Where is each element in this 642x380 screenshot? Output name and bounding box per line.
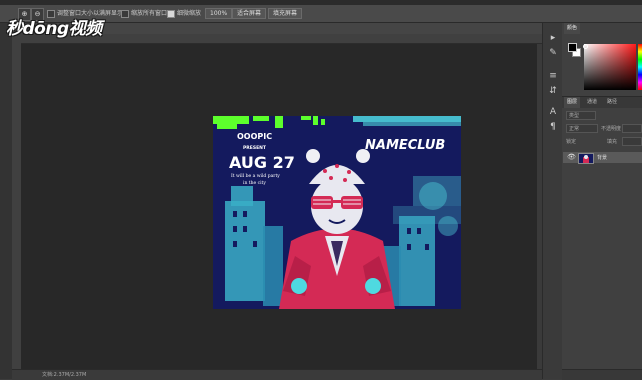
zoom-all-windows-option[interactable]: 缩放所有窗口 (121, 9, 167, 18)
poster-party-line-2: in the city (243, 180, 266, 186)
lock-label: 锁定 (566, 139, 577, 145)
panel-icon-strip: ▸ ✎ ≡ ⇵ A ¶ (542, 23, 564, 379)
poster-date-text: AUG 27 (229, 153, 295, 172)
fill-label: 填充 (607, 139, 618, 145)
character-panel-icon[interactable]: A (548, 107, 558, 117)
document-canvas[interactable]: OOOPIC PRESENT AUG 27 It will be a wild … (213, 116, 461, 309)
opacity-label: 不透明度 (601, 126, 622, 132)
layers-panel-tabs: 图层 通道 路径 (562, 96, 642, 108)
scrubby-zoom-checkbox[interactable] (167, 9, 175, 18)
document-size-text: 文档:2.37M/2.37M (42, 372, 87, 378)
color-picker-field[interactable] (584, 44, 636, 90)
zoom-all-windows-checkbox[interactable] (121, 9, 129, 18)
blend-mode-value: 正常 (569, 126, 580, 132)
layers-panel-footer (562, 369, 642, 380)
tab-color[interactable]: 颜色 (564, 23, 581, 34)
paragraph-panel-icon[interactable]: ¶ (548, 122, 558, 132)
poster-brand-text: OOOPIC (237, 132, 272, 141)
layer-thumbnail (578, 153, 594, 164)
fit-screen-button[interactable]: 适合屏幕 (232, 8, 267, 19)
scrubby-zoom-option[interactable]: 细微缩放 (167, 9, 201, 18)
color-picker-marker[interactable] (583, 44, 588, 49)
poster-present-text: PRESENT (243, 145, 267, 151)
adjustments-panel-icon[interactable]: ⇵ (548, 86, 558, 96)
layer-filter-select[interactable]: 类型 (566, 111, 596, 120)
blend-mode-select[interactable]: 正常 (566, 124, 598, 133)
layer-name: 背景 (597, 155, 608, 161)
history-panel-icon[interactable]: ▸ (548, 33, 558, 43)
tab-paths[interactable]: 路径 (604, 97, 620, 108)
fill-field[interactable] (622, 137, 642, 146)
opacity-field[interactable] (622, 124, 642, 133)
poster-party-line-1: It will be a wild party (231, 173, 280, 179)
properties-panel-icon[interactable]: ≡ (548, 71, 558, 81)
tab-layers[interactable]: 图层 (564, 97, 581, 108)
hue-slider[interactable] (638, 44, 642, 90)
watermark-logo: 秒dōng视频 (6, 19, 102, 39)
zoom-100-button[interactable]: 100% (205, 8, 233, 19)
eye-icon[interactable]: 👁 (567, 154, 576, 161)
foreground-color-swatch[interactable] (568, 43, 577, 52)
poster-club-text: NAMECLUB (365, 138, 445, 153)
fill-screen-button[interactable]: 填充屏幕 (268, 8, 303, 19)
tab-channels[interactable]: 通道 (584, 97, 600, 108)
status-bar: 文档:2.37M/2.37M (12, 369, 542, 380)
filter-label: 类型 (569, 113, 580, 119)
brush-panel-icon[interactable]: ✎ (548, 48, 558, 58)
